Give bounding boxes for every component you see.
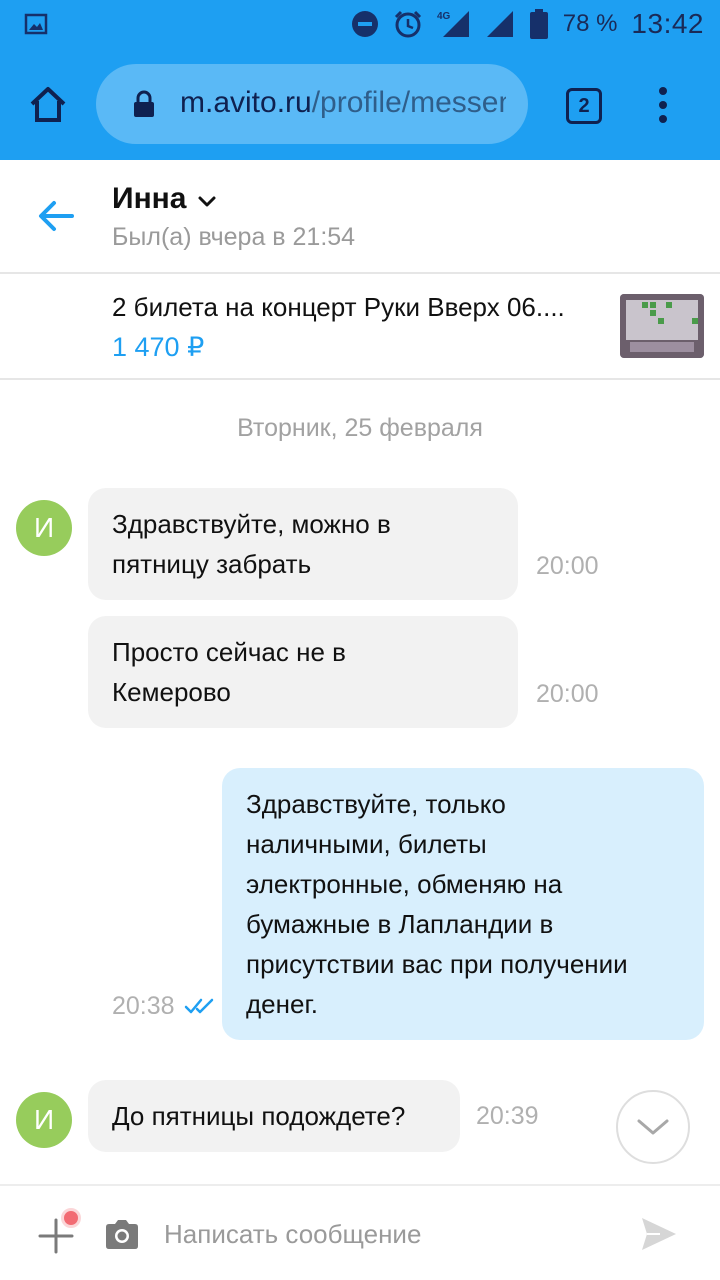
signal-icon bbox=[486, 11, 513, 37]
incoming-message[interactable]: Здравствуйте, можно в пятницу забрать bbox=[88, 488, 518, 600]
message-line: бумажные в Лапландии в bbox=[246, 909, 554, 939]
signal-4g-icon: 4G bbox=[437, 11, 469, 37]
browser-toolbar: m.avito.ru/profile/messenger 2 bbox=[0, 48, 720, 160]
do-not-disturb-icon bbox=[351, 11, 378, 37]
network-type: 4G bbox=[437, 11, 451, 22]
message-time: 20:00 bbox=[536, 552, 599, 580]
outgoing-message[interactable]: Здравствуйте, только наличными, билеты э… bbox=[222, 768, 704, 1040]
incoming-message[interactable]: Просто сейчас не в Кемерово bbox=[88, 616, 518, 728]
message-input[interactable] bbox=[164, 1214, 604, 1254]
alarm-icon bbox=[394, 10, 421, 38]
message-line: Кемерово bbox=[112, 677, 231, 707]
message-line: электронные, обменяю на bbox=[246, 869, 563, 899]
screen: 4G 78 % 13:42 m.avito.ru/profile/messeng… bbox=[0, 0, 720, 1280]
message-line: Здравствуйте, только bbox=[246, 789, 506, 819]
gallery-icon bbox=[24, 13, 48, 35]
message-line: До пятницы подождете? bbox=[112, 1101, 406, 1131]
message-line: Просто сейчас не в bbox=[112, 637, 346, 667]
battery-icon bbox=[529, 9, 548, 39]
home-icon[interactable] bbox=[26, 82, 70, 126]
tabs-button[interactable]: 2 bbox=[566, 88, 602, 124]
read-receipt-icon bbox=[184, 998, 214, 1014]
camera-icon[interactable] bbox=[104, 1218, 140, 1250]
notification-dot bbox=[61, 1208, 81, 1228]
scroll-to-bottom-button[interactable] bbox=[616, 1090, 690, 1164]
chat-header: Инна Был(а) вчера в 21:54 bbox=[0, 160, 720, 274]
contact-name[interactable]: Инна bbox=[112, 182, 187, 216]
message-time: 20:38 bbox=[112, 992, 175, 1020]
listing-thumbnail-image bbox=[620, 294, 704, 358]
incoming-message[interactable]: До пятницы подождете? bbox=[88, 1080, 460, 1152]
url-path: /profile/messenger bbox=[311, 86, 506, 119]
message-line: пятницу забрать bbox=[112, 549, 312, 579]
message-line: денег. bbox=[246, 989, 318, 1019]
listing-thumbnail[interactable] bbox=[620, 294, 704, 358]
listing-price: 1 470 ₽ bbox=[112, 332, 205, 362]
message-line: присутствии вас при получении bbox=[246, 949, 628, 979]
status-bar: 4G 78 % 13:42 bbox=[0, 0, 720, 48]
lock-icon bbox=[134, 90, 154, 117]
battery-percent: 78 % bbox=[562, 10, 618, 37]
message-composer bbox=[0, 1184, 720, 1280]
chevron-down-icon bbox=[637, 1119, 669, 1135]
message-list[interactable]: Вторник, 25 февраля И Здравствуйте, можн… bbox=[0, 380, 720, 1184]
avatar[interactable]: И bbox=[16, 500, 72, 556]
message-time: 20:39 bbox=[476, 1102, 539, 1130]
message-line: наличными, билеты bbox=[246, 829, 487, 859]
listing-card[interactable]: 2 билета на концерт Руки Вверх 06.... 1 … bbox=[0, 274, 720, 380]
url-text[interactable]: m.avito.ru/profile/messenger bbox=[180, 86, 506, 122]
chevron-down-icon[interactable] bbox=[196, 190, 218, 212]
more-vert-icon[interactable] bbox=[648, 84, 678, 126]
url-bar[interactable]: m.avito.ru/profile/messenger bbox=[96, 64, 528, 144]
message-line: Здравствуйте, можно в bbox=[112, 509, 391, 539]
avatar[interactable]: И bbox=[16, 1092, 72, 1148]
url-host: m.avito.ru bbox=[180, 86, 312, 119]
send-icon[interactable] bbox=[640, 1216, 678, 1252]
listing-title[interactable]: 2 билета на концерт Руки Вверх 06.... bbox=[112, 292, 598, 323]
last-seen: Был(а) вчера в 21:54 bbox=[112, 223, 356, 251]
message-time: 20:00 bbox=[536, 680, 599, 708]
date-separator: Вторник, 25 февраля bbox=[237, 414, 483, 442]
clock: 13:42 bbox=[631, 8, 704, 39]
back-arrow-icon[interactable] bbox=[36, 196, 76, 236]
